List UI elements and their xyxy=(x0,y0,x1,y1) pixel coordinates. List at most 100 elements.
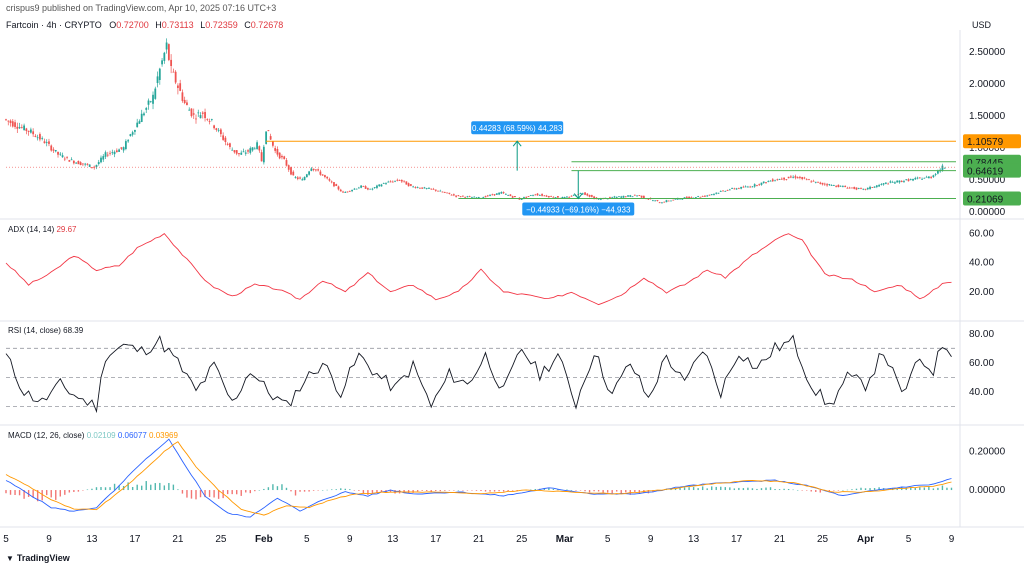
macd-histogram-bar xyxy=(864,488,867,491)
macd-histogram-bar xyxy=(159,482,161,491)
price-candle-body xyxy=(113,151,116,155)
price-candle-body xyxy=(914,178,917,180)
macd-histogram-bar xyxy=(729,487,731,491)
macd-histogram-bar xyxy=(453,490,455,491)
price-candle-body xyxy=(441,191,444,193)
price-candle-body xyxy=(810,181,813,183)
price-candle-body xyxy=(848,187,851,189)
macd-histogram-bar xyxy=(367,490,369,495)
price-candle-body xyxy=(749,186,752,188)
time-axis-tick-label: 17 xyxy=(129,534,141,545)
price-candle-body xyxy=(932,175,935,178)
price-candle-body xyxy=(927,176,930,179)
price-candle-body xyxy=(138,121,141,124)
macd-histogram-bar xyxy=(950,487,953,491)
macd-histogram-bar xyxy=(869,488,871,491)
price-candle-body xyxy=(667,200,670,202)
price-candle-body xyxy=(774,180,776,182)
macd-axis-tick-label: 0.00000 xyxy=(969,485,1006,496)
price-candle-body xyxy=(789,176,792,178)
price-candle-body xyxy=(550,196,553,197)
time-axis-tick-label: 5 xyxy=(906,534,912,545)
price-candle-body xyxy=(204,112,206,119)
price-candle-body xyxy=(59,153,62,155)
measure-up-label: 0.44283 (68.59%) 44,283 xyxy=(472,124,563,133)
price-candle-body xyxy=(324,175,326,177)
price-candle-body xyxy=(281,155,283,158)
macd-histogram-bar xyxy=(774,488,776,491)
macd-histogram-bar xyxy=(606,490,609,493)
price-candle-body xyxy=(514,196,516,198)
price-candle-body xyxy=(762,181,765,183)
price-candle-body xyxy=(812,180,815,182)
price-candle-body xyxy=(547,196,550,198)
price-candle-body xyxy=(215,128,218,130)
macd-histogram-bar xyxy=(634,490,636,492)
macd-histogram-bar xyxy=(534,488,536,491)
price-candle-body xyxy=(72,160,75,164)
macd-histogram-bar xyxy=(787,489,790,491)
price-candle-body xyxy=(498,192,500,195)
price-candle-body xyxy=(864,188,867,190)
price-candle-body xyxy=(247,150,249,152)
time-axis-tick-label: 21 xyxy=(473,534,485,545)
price-candle-body xyxy=(285,160,288,166)
price-candle-body xyxy=(753,184,756,187)
price-candle-body xyxy=(450,194,453,196)
price-candle-body xyxy=(631,196,634,198)
chart-canvas[interactable]: 2.500002.000001.500001.000000.500000.000… xyxy=(0,0,1024,569)
price-candle-body xyxy=(805,179,808,181)
price-candle-body xyxy=(471,197,473,199)
price-candle-body xyxy=(627,195,629,197)
macd-histogram-bar xyxy=(281,484,283,491)
macd-histogram-bar xyxy=(172,484,175,491)
price-candle-body xyxy=(821,182,824,185)
price-candle-body xyxy=(590,195,593,197)
macd-histogram-bar xyxy=(778,489,781,491)
macd-histogram-bar xyxy=(937,487,939,491)
price-candle-body xyxy=(830,185,833,186)
price-candle-body xyxy=(355,188,358,190)
macd-histogram-bar xyxy=(100,487,102,491)
macd-histogram-bar xyxy=(711,486,713,491)
price-candle-body xyxy=(346,191,349,193)
price-candle-body xyxy=(217,129,220,131)
price-candle-body xyxy=(14,122,16,127)
price-candle-body xyxy=(260,152,263,162)
price-candle-body xyxy=(434,189,437,191)
time-axis-tick-label: 5 xyxy=(304,534,310,545)
price-candle-body xyxy=(251,147,254,151)
time-axis-tick-label: 13 xyxy=(86,534,98,545)
price-candle-body xyxy=(86,163,89,165)
macd-histogram-bar xyxy=(177,489,179,491)
price-candle-body xyxy=(88,164,91,167)
time-axis-tick-label: 13 xyxy=(387,534,399,545)
macd-histogram-bar xyxy=(860,487,862,491)
price-candle-body xyxy=(373,187,376,188)
price-candle-body xyxy=(317,169,320,171)
price-candle-body xyxy=(70,159,73,161)
price-level-label: 1.10579 xyxy=(967,137,1004,148)
price-candle-body xyxy=(615,196,618,198)
price-candle-body xyxy=(826,184,828,186)
price-candle-body xyxy=(894,182,896,184)
price-candle-body xyxy=(201,112,204,114)
price-candle-body xyxy=(84,163,87,165)
tradingview-brand: ▼ TradingView xyxy=(6,553,70,563)
price-candle-body xyxy=(351,189,353,192)
price-candle-body xyxy=(147,100,150,105)
price-candle-body xyxy=(177,85,179,88)
price-candle-body xyxy=(79,162,82,165)
macd-histogram-bar xyxy=(299,490,301,492)
price-candle-body xyxy=(814,181,817,183)
price-candle-body xyxy=(459,196,462,198)
macd-histogram-bar xyxy=(245,490,247,493)
price-candle-body xyxy=(941,165,944,171)
macd-histogram-bar xyxy=(760,488,763,491)
price-candle-body xyxy=(780,178,783,180)
price-candle-body xyxy=(751,186,754,188)
macd-histogram-bar xyxy=(692,487,695,491)
price-candle-body xyxy=(887,183,890,185)
macd-histogram-bar xyxy=(511,490,514,491)
macd-histogram-bar xyxy=(806,490,808,491)
